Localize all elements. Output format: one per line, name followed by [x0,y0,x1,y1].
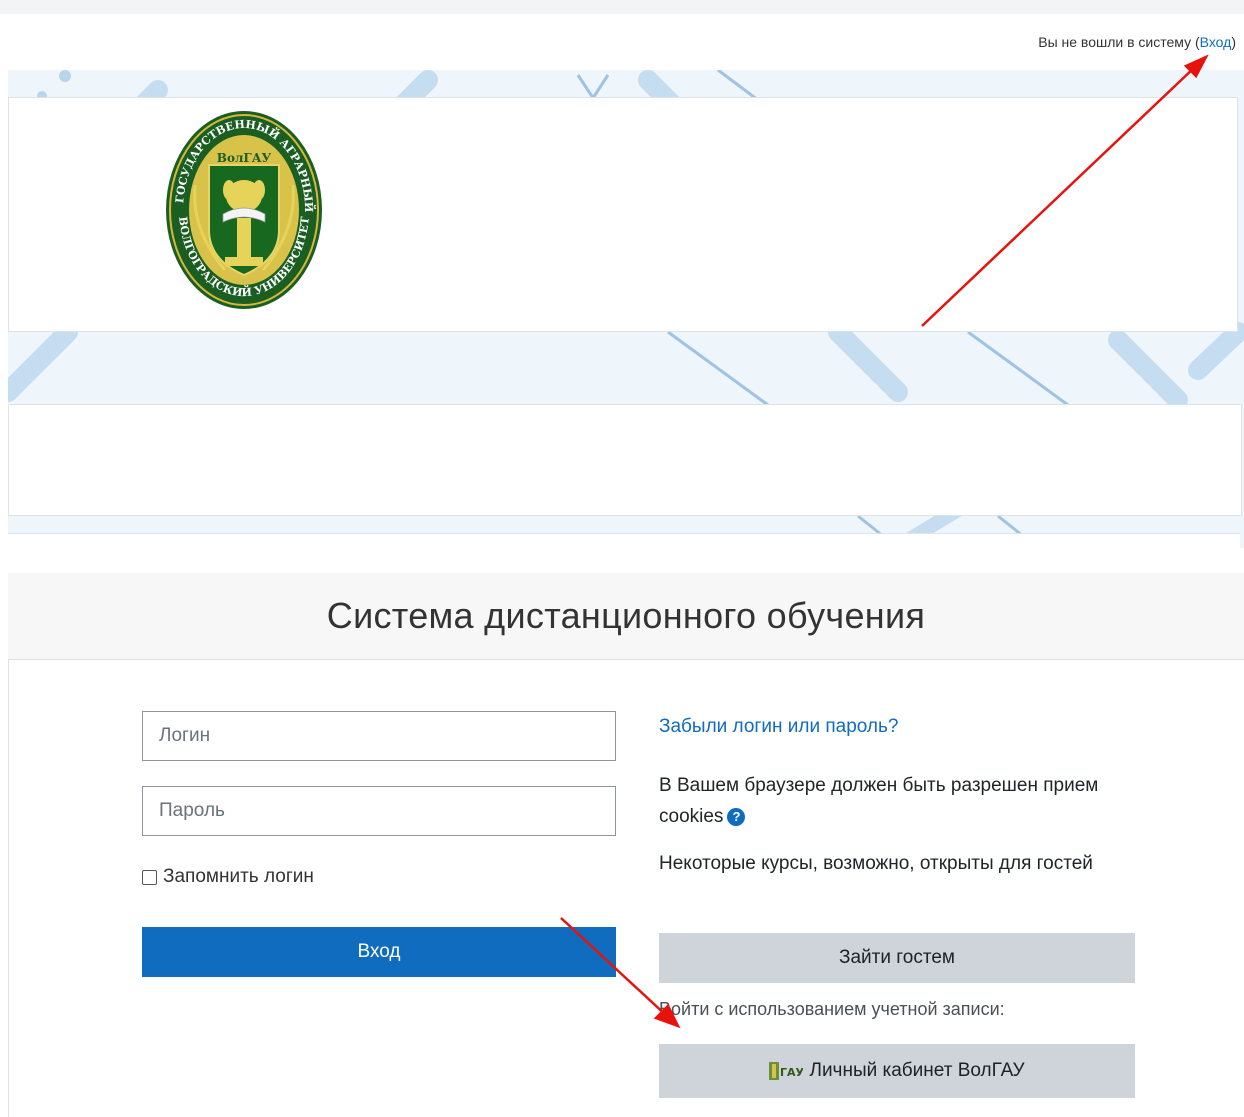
browser-top-strip [0,0,1244,15]
guests-notice: Некоторые курсы, возможно, открыты для г… [659,853,1093,874]
login-status: Вы не вошли в систему (Вход) [1038,34,1236,50]
sso-label: Войти с использованием учетной записи: [659,999,1005,1019]
checkbox-icon[interactable] [142,869,157,885]
sso-logo-icon: ГАУ [769,1062,803,1080]
password-field[interactable] [142,786,616,836]
login-link[interactable]: Вход [1200,34,1232,50]
remember-label: Запомнить логин [163,866,314,887]
guest-login-button[interactable]: Зайти гостем [659,933,1135,983]
sso-login-button[interactable]: ГАУ Личный кабинет ВолГАУ [659,1044,1135,1098]
login-title: Система дистанционного обучения [326,595,926,636]
password-input[interactable] [143,787,615,835]
login-button[interactable]: Вход [142,927,616,977]
forgot-password-link[interactable]: Забыли логин или пароль? [659,716,898,738]
cookies-notice: В Вашем браузере должен быть разрешен пр… [659,770,1129,832]
cookies-text: В Вашем браузере должен быть разрешен пр… [659,775,1099,827]
username-field[interactable] [142,711,616,761]
username-input[interactable] [143,712,615,760]
login-status-text: Вы не вошли в систему [1038,34,1192,50]
remember-username[interactable]: Запомнить логин [142,866,314,888]
svg-text:ГАУ: ГАУ [780,1066,803,1079]
help-icon[interactable]: ? [727,807,746,826]
university-logo: ГОСУДАРСТВЕННЫЙ АГРАРНЫЙ ВОЛГОГРАДСКИЙ У… [166,111,322,309]
content-card [8,404,1242,516]
content-card-secondary [8,533,1240,550]
logo-abbr: ВолГАУ [217,151,272,165]
sso-button-label: Личный кабинет ВолГАУ [809,1060,1025,1081]
